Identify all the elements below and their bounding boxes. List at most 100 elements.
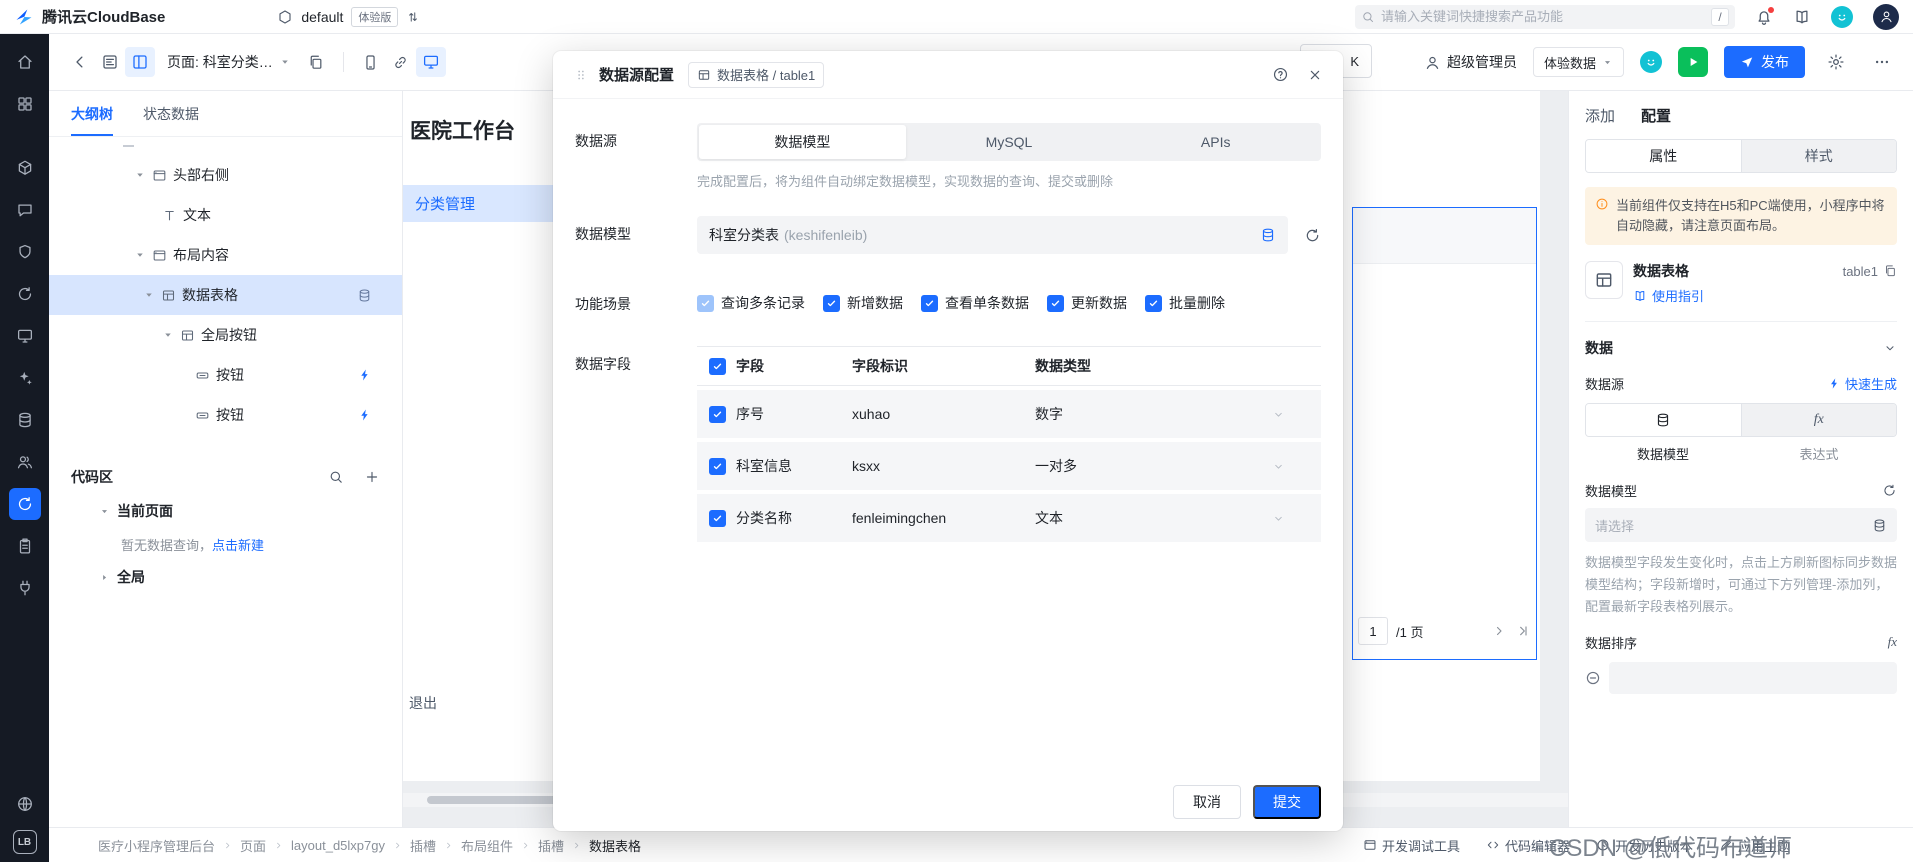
tab-config[interactable]: 配置 bbox=[1641, 105, 1671, 126]
admin-role-button[interactable]: 超级管理员 bbox=[1424, 52, 1517, 72]
code-current-page-node[interactable]: 当前页面 bbox=[49, 493, 402, 529]
model-select-input[interactable]: 科室分类表 (keshifenleib) bbox=[697, 216, 1288, 254]
canvas-logout-item[interactable]: 退出 bbox=[409, 693, 437, 713]
next-page-icon[interactable] bbox=[1491, 623, 1507, 639]
breadcrumb-item[interactable]: 插槽 bbox=[538, 836, 564, 855]
breadcrumb-item[interactable]: 医疗小程序管理后台 bbox=[98, 836, 215, 855]
tab-data-model[interactable]: 数据模型 bbox=[699, 125, 906, 159]
tree-item-layout-content[interactable]: 布局内容 bbox=[49, 235, 402, 275]
tab-outline-tree[interactable]: 大纲树 bbox=[71, 91, 113, 136]
chevron-down-icon[interactable] bbox=[1272, 460, 1285, 473]
rail-pages-icon[interactable] bbox=[9, 320, 41, 352]
environment-selector[interactable]: default 体验版 bbox=[277, 6, 420, 27]
assistant-icon[interactable] bbox=[1831, 5, 1853, 28]
chevron-down-icon[interactable] bbox=[1272, 408, 1285, 421]
breadcrumb-item[interactable]: 页面 bbox=[240, 836, 266, 855]
desktop-preview-button[interactable] bbox=[415, 47, 446, 77]
scene-create[interactable]: 新增数据 bbox=[823, 293, 903, 313]
copy-icon[interactable] bbox=[1883, 264, 1897, 278]
canvas-active-menu-item[interactable]: 分类管理 bbox=[403, 185, 553, 222]
quick-generate-button[interactable]: 快速生成 bbox=[1828, 374, 1897, 393]
split-panel-toggle[interactable] bbox=[125, 47, 155, 77]
tab-apis[interactable]: APIs bbox=[1112, 125, 1319, 159]
notifications-button[interactable] bbox=[1755, 6, 1774, 26]
code-global-node[interactable]: 全局 bbox=[49, 559, 402, 595]
docs-icon[interactable] bbox=[1793, 8, 1811, 26]
scene-view-single[interactable]: 查看单条数据 bbox=[921, 293, 1029, 313]
tree-item-global-buttons[interactable]: 全局按钮 bbox=[49, 315, 402, 355]
checkbox-checked[interactable] bbox=[709, 457, 726, 475]
tab-add[interactable]: 添加 bbox=[1585, 105, 1615, 126]
create-query-link[interactable]: 点击新建 bbox=[212, 535, 264, 554]
rail-apps-icon[interactable] bbox=[9, 88, 41, 120]
drag-handle-icon[interactable] bbox=[573, 67, 589, 83]
chevron-down-icon[interactable] bbox=[1272, 512, 1285, 525]
selected-table-component[interactable]: 1 /1 页 bbox=[1352, 207, 1537, 660]
mode-model-button[interactable] bbox=[1586, 404, 1741, 437]
model-select[interactable]: 请选择 bbox=[1585, 508, 1897, 543]
tree-item-button-2[interactable]: 按钮 bbox=[49, 395, 402, 435]
rail-workflow-icon[interactable] bbox=[9, 278, 41, 310]
more-button[interactable] bbox=[1867, 47, 1897, 77]
rail-database-icon[interactable] bbox=[9, 404, 41, 436]
sort-rule-input[interactable] bbox=[1609, 661, 1897, 694]
page-number-box[interactable]: 1 bbox=[1358, 617, 1388, 645]
breadcrumb-item[interactable]: layout_d5lxp7gy bbox=[291, 838, 385, 853]
field-row-xuhao[interactable]: 序号 xuhao 数字 bbox=[697, 390, 1321, 438]
helper-smiley-button[interactable] bbox=[1640, 51, 1662, 73]
preview-data-button[interactable]: 体验数据 bbox=[1532, 47, 1624, 77]
cancel-button[interactable]: 取消 bbox=[1173, 785, 1241, 819]
mode-expression-button[interactable]: fx bbox=[1740, 404, 1896, 437]
link-preview-button[interactable] bbox=[386, 47, 416, 77]
run-preview-button[interactable] bbox=[1678, 47, 1708, 77]
refresh-icon[interactable] bbox=[1304, 227, 1321, 244]
checkbox-checked[interactable] bbox=[709, 509, 726, 527]
checkbox-select-all[interactable] bbox=[709, 357, 726, 375]
fx-icon[interactable]: fx bbox=[1888, 634, 1897, 650]
remove-rule-icon[interactable] bbox=[1585, 670, 1601, 686]
avatar[interactable] bbox=[1873, 3, 1899, 30]
search-input[interactable] bbox=[1381, 9, 1705, 24]
rail-messages-icon[interactable] bbox=[9, 194, 41, 226]
collapse-chevron-icon[interactable] bbox=[1883, 341, 1897, 355]
rail-plugins-icon[interactable] bbox=[9, 572, 41, 604]
rail-editor-icon-active[interactable] bbox=[8, 488, 41, 520]
outline-panel-toggle[interactable] bbox=[95, 47, 125, 77]
tab-state-data[interactable]: 状态数据 bbox=[143, 91, 199, 136]
rail-home-icon[interactable] bbox=[9, 46, 41, 78]
usage-guide-link[interactable]: 使用指引 bbox=[1633, 286, 1897, 305]
scene-query-multi[interactable]: 查询多条记录 bbox=[697, 293, 805, 313]
last-page-icon[interactable] bbox=[1515, 623, 1531, 639]
rail-security-icon[interactable] bbox=[9, 236, 41, 268]
scene-batch-delete[interactable]: 批量删除 bbox=[1145, 293, 1225, 313]
rail-forms-icon[interactable] bbox=[9, 530, 41, 562]
breadcrumb-item[interactable]: 布局组件 bbox=[461, 836, 513, 855]
checkbox-checked[interactable] bbox=[1145, 294, 1162, 312]
tree-item-button-1[interactable]: 按钮 bbox=[49, 355, 402, 395]
checkbox-checked[interactable] bbox=[921, 294, 938, 312]
rail-ai-icon[interactable] bbox=[9, 362, 41, 394]
checkbox-checked[interactable] bbox=[1047, 294, 1064, 312]
switch-environment-icon[interactable] bbox=[406, 10, 420, 24]
tab-mysql[interactable]: MySQL bbox=[906, 125, 1113, 159]
tree-item-text[interactable]: 文本 bbox=[49, 195, 402, 235]
checkbox-checked[interactable] bbox=[823, 294, 840, 312]
tab-style[interactable]: 样式 bbox=[1740, 140, 1896, 172]
help-icon[interactable] bbox=[1272, 66, 1289, 83]
field-row-fenleimingchen[interactable]: 分类名称 fenleimingchen 文本 bbox=[697, 494, 1321, 542]
data-section-header[interactable]: 数据 bbox=[1585, 334, 1897, 362]
checkbox-checked[interactable] bbox=[709, 405, 726, 423]
field-row-ksxx[interactable]: 科室信息 ksxx 一对多 bbox=[697, 442, 1321, 490]
tab-properties[interactable]: 属性 bbox=[1586, 140, 1741, 172]
rail-globe-icon[interactable] bbox=[9, 788, 41, 820]
refresh-icon[interactable] bbox=[1882, 483, 1897, 498]
rail-components-icon[interactable] bbox=[9, 152, 41, 184]
page-selector[interactable]: 页面: 科室分类… bbox=[167, 52, 291, 72]
breadcrumb-item[interactable]: 插槽 bbox=[410, 836, 436, 855]
settings-button[interactable] bbox=[1821, 47, 1851, 77]
scene-update[interactable]: 更新数据 bbox=[1047, 293, 1127, 313]
code-search-icon[interactable] bbox=[328, 469, 344, 485]
back-button[interactable] bbox=[65, 47, 95, 77]
code-add-icon[interactable] bbox=[364, 469, 380, 485]
tree-item-header-right[interactable]: 头部右侧 bbox=[49, 155, 402, 195]
